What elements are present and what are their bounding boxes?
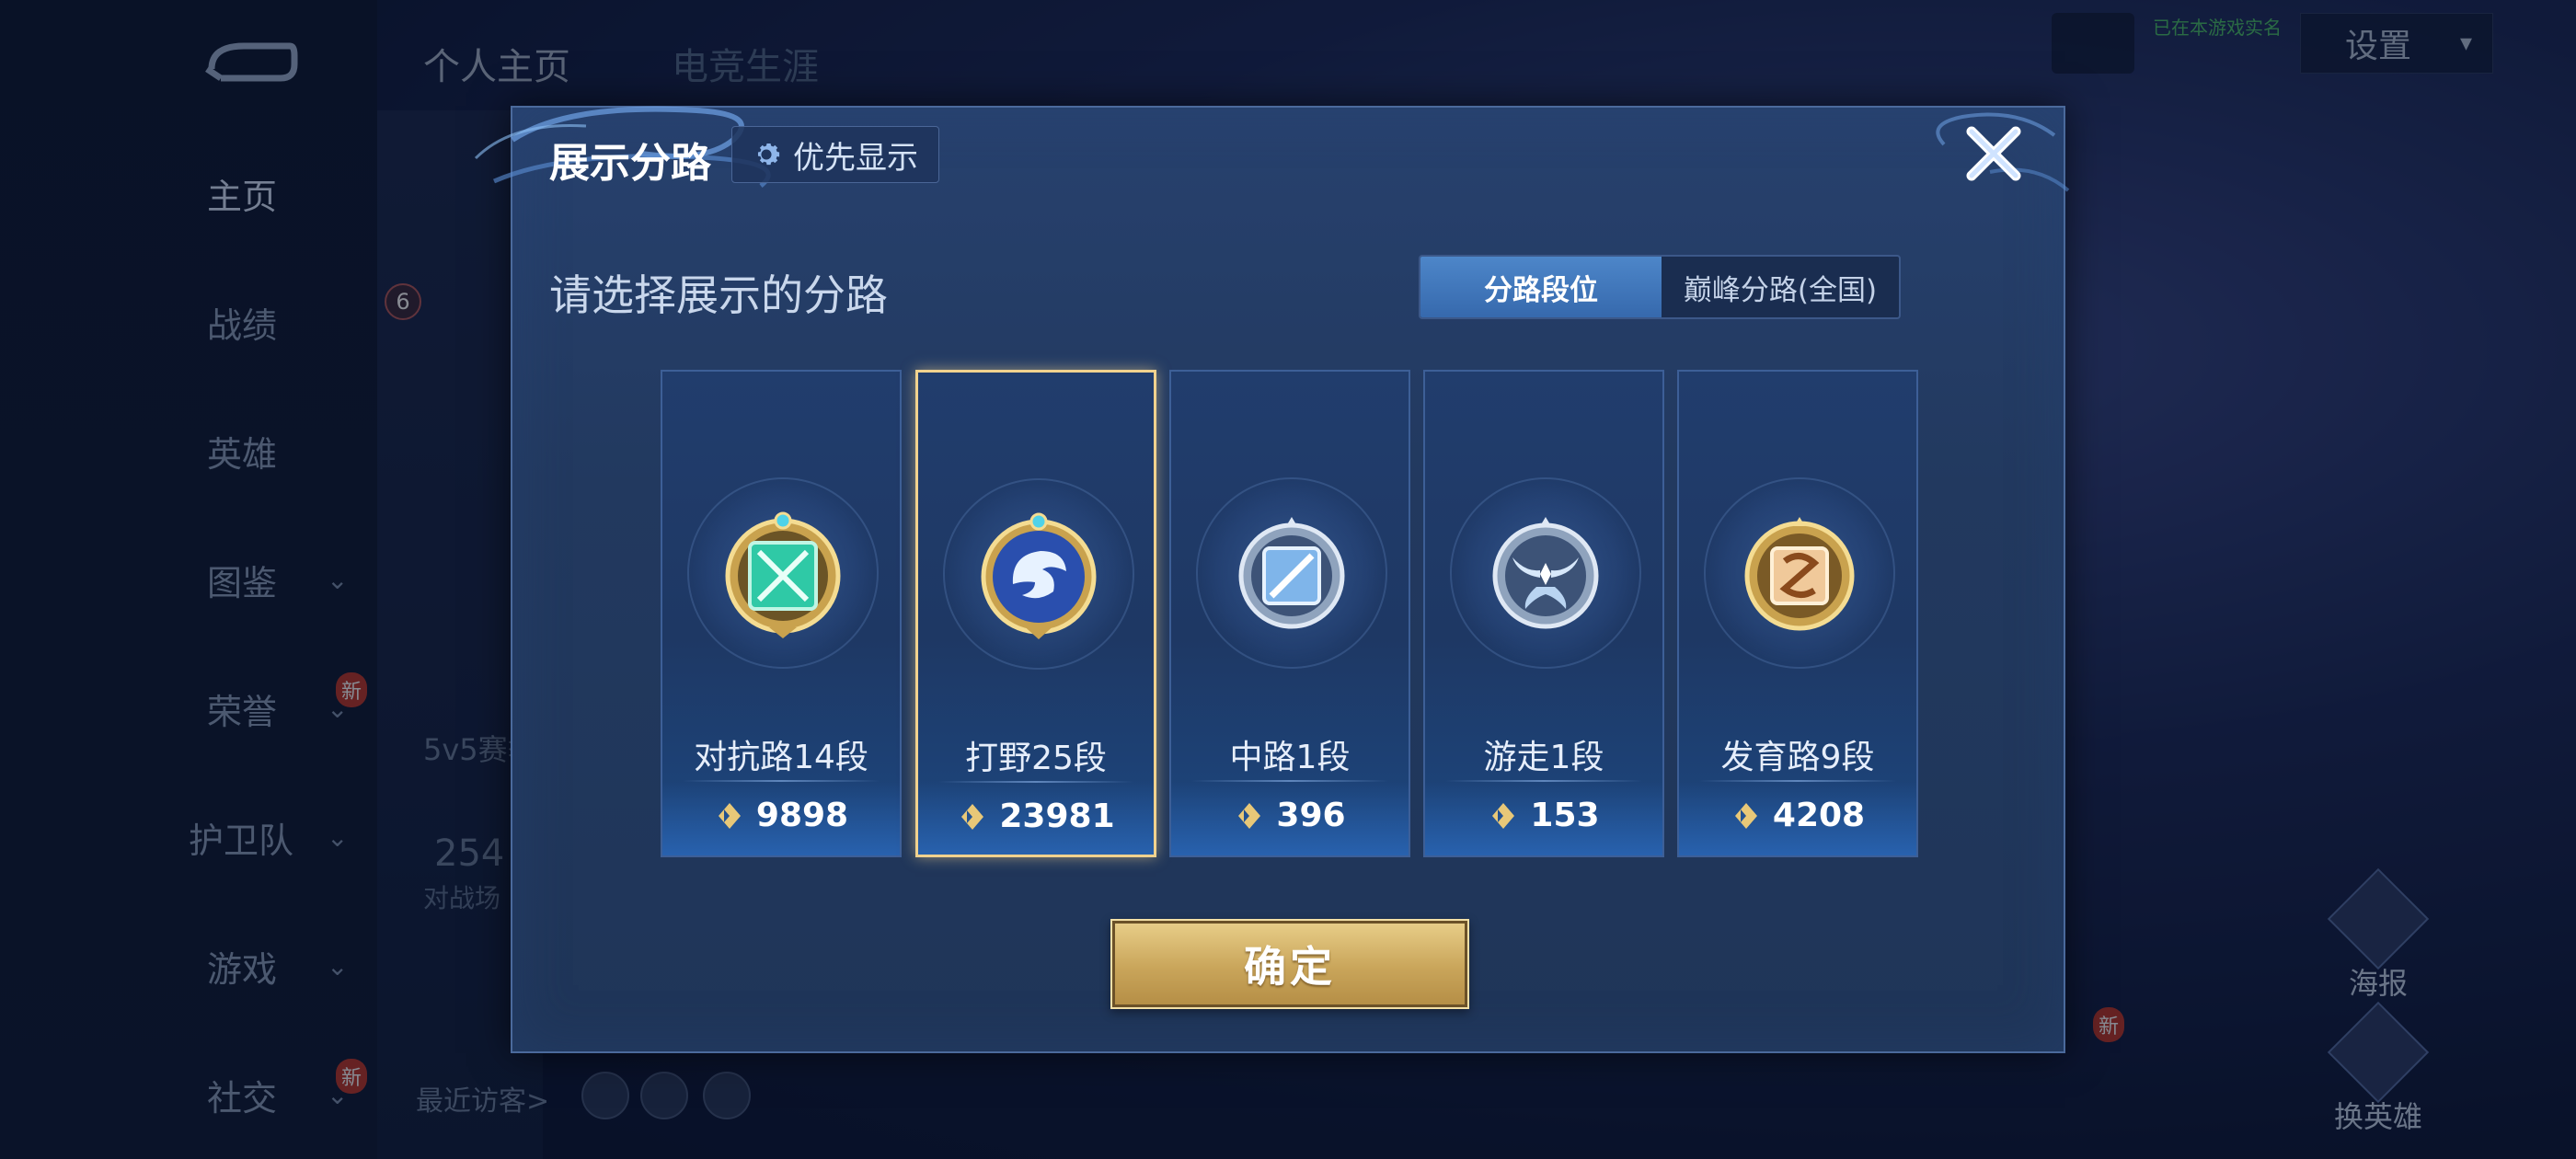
lane-score: 4208: [1679, 797, 1916, 834]
lane-score: 23981: [918, 798, 1154, 835]
priority-display-label: 优先显示: [793, 139, 918, 177]
wand-emblem-icon: [1238, 517, 1345, 629]
priority-display-button[interactable]: 优先显示: [731, 126, 939, 183]
tab-lane-rank[interactable]: 分路段位: [1420, 257, 1662, 317]
lane-score-value: 396: [1276, 797, 1346, 834]
divider: [1699, 780, 1896, 782]
lane-rank: 对抗路14段: [694, 739, 868, 776]
sword-emblem-icon: [725, 511, 841, 638]
lane-cards: 对抗路14段 9898 打野25段 23981 中路1段 396 游走1段 15…: [512, 370, 2064, 857]
lane-rank: 打野25段: [965, 740, 1107, 777]
lane-score: 396: [1171, 797, 1409, 834]
lane-display-modal: 展示分路 优先显示 请选择展示的分路 分路段位 巅峰分路(全国) 对抗路14段 …: [474, 106, 2070, 1053]
lane-card-roam[interactable]: 游走1段 153: [1423, 370, 1664, 857]
dragon-emblem-icon: [981, 512, 1097, 639]
gold-mark-icon: [1734, 802, 1757, 829]
lane-score: 153: [1425, 797, 1662, 834]
divider: [683, 780, 880, 782]
lane-card-jungle[interactable]: 打野25段 23981: [915, 370, 1156, 857]
lane-card-farm[interactable]: 发育路9段 4208: [1677, 370, 1918, 857]
lane-score-value: 9898: [755, 797, 849, 834]
lane-rank: 中路1段: [1229, 739, 1351, 776]
lane-score: 9898: [662, 797, 900, 834]
lane-score-value: 153: [1530, 797, 1600, 834]
gold-mark-icon: [961, 803, 984, 830]
lane-card-mid[interactable]: 中路1段 396: [1169, 370, 1410, 857]
divider: [1445, 780, 1642, 782]
wings-emblem-icon: [1492, 517, 1599, 629]
modal-subtitle: 请选择展示的分路: [549, 270, 888, 320]
gear-icon: [757, 143, 780, 166]
modal-title: 展示分路: [549, 140, 711, 187]
lane-rank: 发育路9段: [1720, 739, 1875, 776]
gold-mark-icon: [1238, 802, 1261, 829]
rank-type-toggle: 分路段位 巅峰分路(全国): [1419, 255, 1901, 319]
divider: [1191, 780, 1388, 782]
tab-peak-lane[interactable]: 巅峰分路(全国): [1662, 257, 1899, 317]
lane-score-value: 23981: [999, 798, 1115, 835]
lane-score-value: 4208: [1772, 797, 1866, 834]
lane-card-top[interactable]: 对抗路14段 9898: [661, 370, 902, 857]
bow-emblem-icon: [1744, 517, 1855, 631]
gold-mark-icon: [718, 802, 741, 829]
gold-mark-icon: [1492, 802, 1515, 829]
close-button[interactable]: [1957, 117, 2030, 190]
divider: [938, 781, 1133, 783]
lane-rank: 游走1段: [1483, 739, 1604, 776]
confirm-button[interactable]: 确定: [1110, 919, 1469, 1009]
close-icon: [1966, 126, 2021, 181]
